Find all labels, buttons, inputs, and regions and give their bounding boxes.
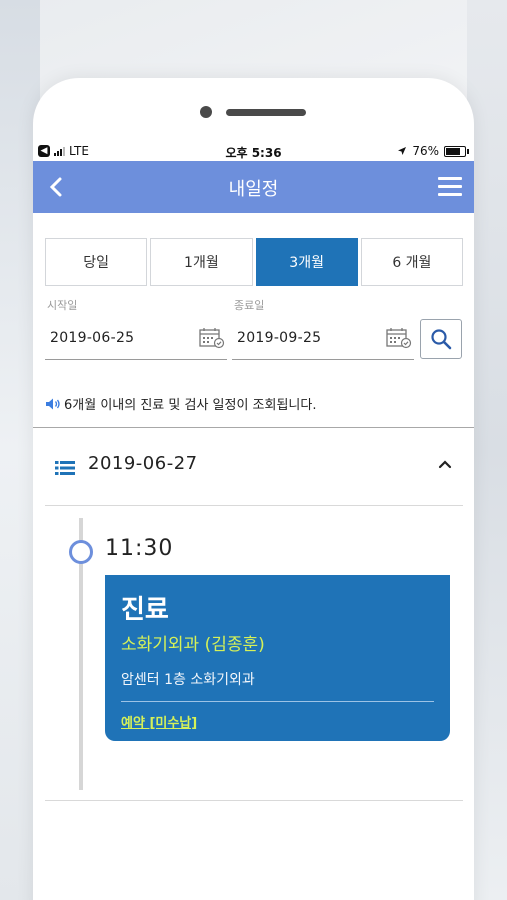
notice-message: 6개월 이내의 진료 및 검사 일정이 조회됩니다. [45,394,316,413]
list-icon [55,461,75,475]
notice-text: 6개월 이내의 진료 및 검사 일정이 조회됩니다. [64,398,317,413]
start-date-value: 2019-06-25 [50,329,135,346]
battery-percent: 76% [412,144,439,158]
end-date-value: 2019-09-25 [237,329,322,346]
appointment-status-link[interactable]: 예약 [미수납] [121,712,197,731]
nav-bar: 내일정 [33,161,474,213]
tab-1-month[interactable]: 1개월 [150,238,253,286]
search-icon [431,329,452,350]
menu-button[interactable] [438,177,462,197]
appointment-card[interactable]: 진료 소화기외과 (김종훈) 암센터 1층 소화기외과 예약 [미수납] [105,575,450,741]
tab-3-months[interactable]: 3개월 [255,238,358,286]
divider [33,427,474,428]
appointment-department: 소화기외과 (김종훈) [121,635,265,655]
appointment-location: 암센터 1층 소화기외과 [121,672,255,688]
page-title: 내일정 [228,179,279,200]
chevron-up-icon [438,460,452,469]
start-date-label: 시작일 [47,299,78,312]
tab-today[interactable]: 당일 [45,238,148,286]
appointment-type: 진료 [121,595,169,625]
schedule-date: 2019-06-27 [88,453,198,474]
timeline-dot [69,540,93,564]
status-right: 76% [397,144,469,158]
calendar-icon[interactable] [199,327,225,349]
speaker-icon [46,398,60,409]
end-date-field[interactable]: 2019-09-25 [232,316,414,360]
location-arrow-icon [398,147,407,155]
period-tabs: 당일 1개월 3개월 6 개월 [45,238,463,286]
divider [45,800,463,801]
search-button[interactable] [420,319,462,359]
appointment-time: 11:30 [105,536,174,561]
calendar-icon[interactable] [386,327,412,349]
divider [45,505,463,506]
phone-frame: ◀ LTE 오후 5:36 76% 내일정 당일 1개월 3개월 6 개월 시작… [33,78,474,900]
collapse-button[interactable] [435,454,455,474]
card-divider [121,701,434,702]
hamburger-icon [438,177,462,180]
start-date-field[interactable]: 2019-06-25 [45,316,227,360]
speaker-grille [226,109,306,116]
end-date-label: 종료일 [234,299,265,312]
front-camera [200,106,212,118]
status-bar: ◀ LTE 오후 5:36 76% [33,142,474,162]
tab-6-months[interactable]: 6 개월 [360,238,463,286]
battery-icon [444,145,469,157]
schedule-day-header[interactable]: 2019-06-27 [45,450,463,500]
